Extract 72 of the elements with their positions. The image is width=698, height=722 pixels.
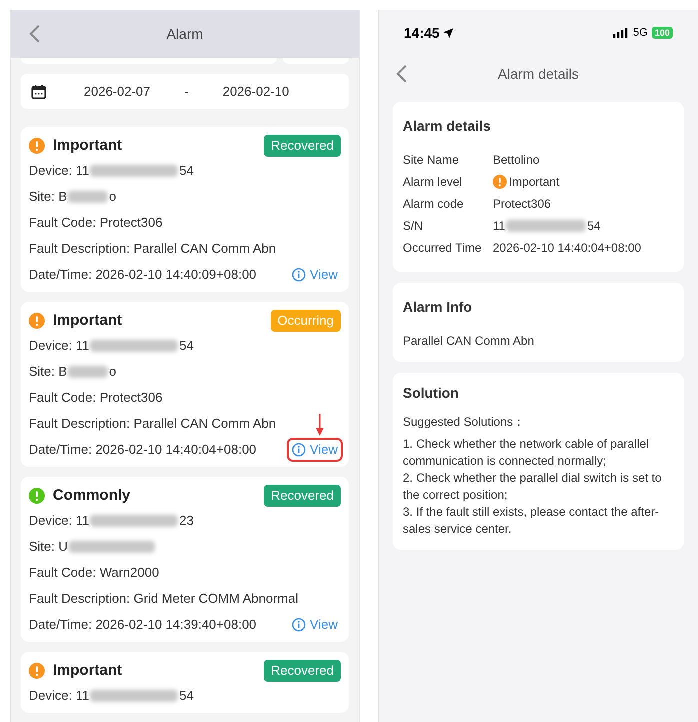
alarm-level-title: Important xyxy=(53,136,122,156)
solution-step: 1. Check whether the network cable of parallel communication is connected normally; xyxy=(403,436,674,470)
battery-indicator: 100 xyxy=(652,27,673,39)
fault-code-text: Fault Code: Protect306 xyxy=(29,389,163,408)
masked-suffix-text: 54 xyxy=(179,337,194,356)
back-icon[interactable] xyxy=(396,64,408,84)
masked-suffix-text: 54 xyxy=(587,218,601,235)
blurred-text xyxy=(68,191,108,203)
card-title: Alarm details xyxy=(403,117,492,136)
alarm-card[interactable]: Important Occurring Device: 11 54 Site: B o Fault Code: Protect306 Fault Description: Parallel CAN Comm Abn Date/Time: 2026-02-10 14:40:04+08:00 View xyxy=(21,302,349,467)
info-icon xyxy=(292,443,306,457)
alarm-level-title: Commonly xyxy=(53,486,131,506)
solution-step: 3. If the fault still exists, please contact the after-sales service center. xyxy=(403,504,674,538)
fault-code-text: Fault Code: Protect306 xyxy=(29,214,163,232)
label-value-text: Site: B xyxy=(29,188,68,206)
status-badge: Occurring xyxy=(270,310,341,332)
field-value: 11 xyxy=(493,218,506,235)
alarm-info-text: Parallel CAN Comm Abn xyxy=(403,333,536,350)
nav-title: Alarm xyxy=(166,24,204,44)
solution-intro: Suggested Solutions： xyxy=(403,414,526,431)
network-label: 5G xyxy=(633,26,648,41)
masked-suffix-text: 54 xyxy=(179,162,194,180)
solution-step: 2. Check whether the parallel dial switch is set to the correct position; xyxy=(403,470,674,504)
alarm-level-title: Important xyxy=(53,310,122,331)
end-date: 2026-02-10 xyxy=(222,82,290,101)
alarm-card[interactable]: Important Recovered Device: 11 54 Site: B o Fault Code: Protect306 Fault Description: Parallel CAN Comm Abn Date/Time: 2026-02-10 14:40:09+08:00 View xyxy=(21,127,349,292)
status-badge: Recovered xyxy=(264,485,341,507)
datetime-text: Date/Time: 2026-02-10 14:39:40+08:00 xyxy=(29,616,257,634)
start-date: 2026-02-07 xyxy=(84,82,150,101)
masked-suffix-text: o xyxy=(109,188,117,206)
label-value-text: Site: U xyxy=(29,538,68,556)
status-badge: Recovered xyxy=(264,135,341,157)
fault-code-text: Fault Code: Warn2000 xyxy=(29,564,160,582)
label-value-text: Device: 11 xyxy=(29,337,90,356)
card-title: Alarm Info xyxy=(403,298,474,317)
back-icon[interactable] xyxy=(29,24,41,44)
masked-suffix-text: 23 xyxy=(179,512,194,530)
fault-description-text: Fault Description: Parallel CAN Comm Abn xyxy=(29,415,276,434)
datetime-text: Date/Time: 2026-02-10 14:40:04+08:00 xyxy=(29,441,257,460)
alarm-card[interactable]: Important Recovered Device: 11 54 xyxy=(21,652,349,713)
field-label: S/N xyxy=(403,218,424,235)
field-label: Site Name xyxy=(403,152,460,169)
date-separator: - xyxy=(184,82,189,101)
alarm-level-title: Important xyxy=(53,660,122,681)
nav-title: Alarm details xyxy=(498,64,579,84)
location-arrow-icon xyxy=(442,28,454,38)
masked-suffix-text: o xyxy=(109,363,117,382)
alarm-card[interactable]: Commonly Recovered Device: 11 23 Site: U Fault Code: Warn2000 Fault Description: Grid Meter COMM Abnormal Date/Time: 2026-02-10 14:39:40+08:00 View xyxy=(21,477,349,642)
field-value: Bettolino xyxy=(493,152,540,169)
status-badge: Recovered xyxy=(264,660,341,682)
field-label: Alarm level xyxy=(403,174,464,191)
fault-description-text: Fault Description: Grid Meter COMM Abnormal xyxy=(29,590,298,608)
info-icon xyxy=(292,268,306,282)
card-title: Solution xyxy=(403,385,460,402)
field-label: Occurred Time xyxy=(403,240,483,257)
label-value-text: Device: 11 xyxy=(29,687,90,706)
field-value: Protect306 xyxy=(493,196,552,213)
info-icon xyxy=(292,618,306,632)
blurred-text xyxy=(68,366,108,378)
datetime-text: Date/Time: 2026-02-10 14:40:09+08:00 xyxy=(29,266,257,284)
masked-suffix-text: 54 xyxy=(179,687,194,706)
fault-description-text: Fault Description: Parallel CAN Comm Abn xyxy=(29,240,276,258)
field-value: Important xyxy=(509,174,560,191)
status-time: 14:45 xyxy=(404,24,440,42)
field-value: 2026-02-10 14:40:04+08:00 xyxy=(493,240,642,257)
label-value-text: Device: 11 xyxy=(29,162,90,180)
label-value-text: Device: 11 xyxy=(29,512,90,530)
label-value-text: Site: B xyxy=(29,363,68,382)
field-label: Alarm code xyxy=(403,196,465,213)
signal-icon xyxy=(613,28,630,38)
date-range-field[interactable]: 2026-02-07 - 2026-02-10 xyxy=(21,74,349,109)
calendar-icon xyxy=(31,84,47,100)
